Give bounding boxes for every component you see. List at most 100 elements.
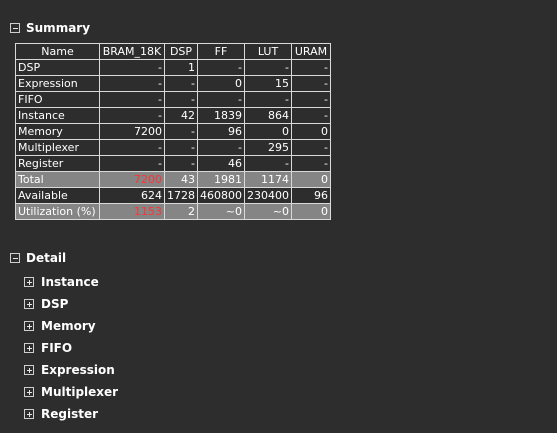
- detail-section-toggle[interactable]: Detail: [10, 250, 66, 266]
- detail-item-fifo[interactable]: FIFO: [24, 340, 72, 356]
- expand-plus-icon[interactable]: [24, 321, 34, 331]
- table-cell: 0: [291, 171, 331, 188]
- table-cell: 43: [164, 171, 198, 188]
- table-row: Instance -42 1839 864-: [15, 107, 331, 124]
- table-cell: -: [164, 139, 198, 156]
- table-row: Total 7200 43 1981 1174 0: [15, 171, 331, 188]
- row-label: Utilization (%): [15, 203, 100, 220]
- detail-item-memory[interactable]: Memory: [24, 318, 96, 334]
- row-label: DSP: [15, 59, 100, 76]
- table-cell: -: [197, 59, 245, 76]
- summary-header-row: Name BRAM_18K DSP FF LUT URAM: [15, 43, 331, 60]
- row-label: Total: [15, 171, 100, 188]
- row-label: Multiplexer: [15, 139, 100, 156]
- detail-item-expression[interactable]: Expression: [24, 362, 115, 378]
- table-cell: ~0: [197, 203, 245, 220]
- detail-item-dsp[interactable]: DSP: [24, 296, 68, 312]
- table-cell: 0: [291, 203, 331, 220]
- table-cell: -: [291, 139, 331, 156]
- table-cell: -: [291, 155, 331, 172]
- table-cell: 460800: [197, 187, 245, 204]
- column-header-uram: URAM: [291, 43, 331, 60]
- table-cell: 230400: [244, 187, 292, 204]
- table-cell: 624: [99, 187, 165, 204]
- table-cell: -: [244, 155, 292, 172]
- table-cell: 0: [244, 123, 292, 140]
- table-cell: 0: [291, 123, 331, 140]
- summary-section-toggle[interactable]: Summary: [10, 20, 90, 36]
- table-cell: -: [99, 155, 165, 172]
- table-row: Multiplexer - - -295-: [15, 139, 331, 156]
- table-cell: -: [197, 91, 245, 108]
- expand-plus-icon[interactable]: [24, 277, 34, 287]
- table-row: FIFO - - - - -: [15, 91, 331, 108]
- detail-item-register[interactable]: Register: [24, 406, 98, 422]
- table-cell: 2: [164, 203, 198, 220]
- table-cell: -: [291, 91, 331, 108]
- table-row: Register - -46- -: [15, 155, 331, 172]
- table-cell: 42: [164, 107, 198, 124]
- collapse-minus-icon[interactable]: [10, 253, 20, 263]
- table-cell: 295: [244, 139, 292, 156]
- expand-plus-icon[interactable]: [24, 387, 34, 397]
- detail-item-label: Memory: [41, 319, 96, 333]
- expand-plus-icon[interactable]: [24, 299, 34, 309]
- table-cell: -: [244, 59, 292, 76]
- table-cell: -: [164, 123, 198, 140]
- row-label: Memory: [15, 123, 100, 140]
- collapse-minus-icon[interactable]: [10, 23, 20, 33]
- table-cell: 46: [197, 155, 245, 172]
- detail-item-instance[interactable]: Instance: [24, 274, 99, 290]
- table-cell: -: [99, 91, 165, 108]
- table-cell: -: [99, 139, 165, 156]
- expand-plus-icon[interactable]: [24, 343, 34, 353]
- table-cell: ~0: [244, 203, 292, 220]
- table-cell: -: [99, 107, 165, 124]
- detail-title: Detail: [26, 251, 67, 265]
- row-label: FIFO: [15, 91, 100, 108]
- expand-plus-icon[interactable]: [24, 409, 34, 419]
- detail-item-label: Register: [41, 407, 99, 421]
- detail-item-multiplexer[interactable]: Multiplexer: [24, 384, 118, 400]
- column-header-bram: BRAM_18K: [99, 43, 165, 60]
- summary-table-body: DSP -1- - - Expression - -0 15- FIFO - - - - - Instanc…: [15, 59, 331, 220]
- table-row: DSP -1- - -: [15, 59, 331, 76]
- column-header-dsp: DSP: [164, 43, 198, 60]
- table-row: Available 624 1728 460800 230400 96: [15, 187, 331, 204]
- table-cell: -: [164, 155, 198, 172]
- column-header-ff: FF: [197, 43, 245, 60]
- table-cell: -: [164, 91, 198, 108]
- row-label: Available: [15, 187, 100, 204]
- table-cell: -: [244, 91, 292, 108]
- column-header-lut: LUT: [244, 43, 292, 60]
- table-cell: 1981: [197, 171, 245, 188]
- column-header-name: Name: [15, 43, 100, 60]
- row-label: Expression: [15, 75, 100, 92]
- row-label: Register: [15, 155, 100, 172]
- summary-table: Name BRAM_18K DSP FF LUT URAM DSP -1- - - Ex…: [15, 43, 331, 220]
- table-cell: 1174: [244, 171, 292, 188]
- table-cell: -: [99, 75, 165, 92]
- expand-plus-icon[interactable]: [24, 365, 34, 375]
- table-cell: -: [291, 75, 331, 92]
- table-cell: -: [164, 75, 198, 92]
- detail-item-label: Expression: [41, 363, 115, 377]
- table-cell: 7200: [99, 171, 165, 188]
- row-label: Instance: [15, 107, 100, 124]
- table-cell: -: [291, 107, 331, 124]
- table-cell: 1728: [164, 187, 198, 204]
- table-cell: 96: [291, 187, 331, 204]
- detail-item-label: Multiplexer: [41, 385, 119, 399]
- detail-item-label: Instance: [41, 275, 99, 289]
- table-cell: 1839: [197, 107, 245, 124]
- table-row: Expression - -0 15-: [15, 75, 331, 92]
- detail-item-label: FIFO: [41, 341, 73, 355]
- table-cell: -: [99, 59, 165, 76]
- report-page: Summary Name BRAM_18K DSP FF LUT URAM DS…: [0, 0, 557, 433]
- detail-item-label: DSP: [41, 297, 69, 311]
- table-cell: 7200: [99, 123, 165, 140]
- table-row: Utilization (%) 1153 2 ~0 ~0 0: [15, 203, 331, 220]
- table-cell: -: [197, 139, 245, 156]
- table-cell: 96: [197, 123, 245, 140]
- table-cell: 0: [197, 75, 245, 92]
